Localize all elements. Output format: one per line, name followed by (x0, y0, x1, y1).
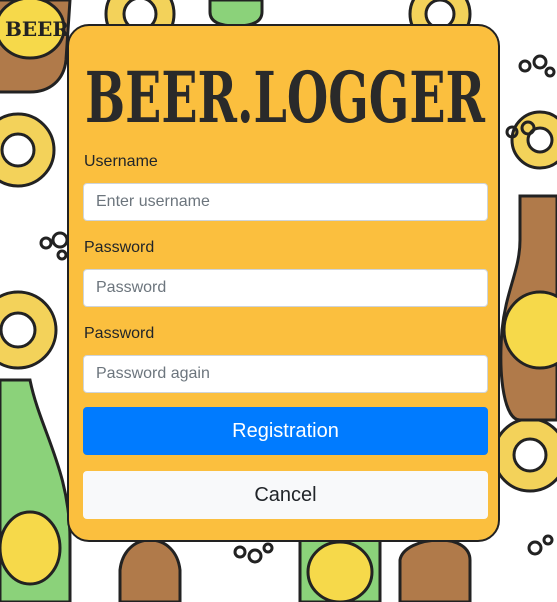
svg-text:BEER: BEER (5, 17, 69, 41)
password-label: Password (84, 239, 155, 256)
app-logo: BEER.LOGGER (85, 56, 486, 134)
registration-button[interactable]: Registration (83, 407, 488, 455)
beer-bottle-illustration (0, 0, 72, 94)
registration-panel: BEER.LOGGER Username Password Password R… (67, 24, 500, 542)
username-input[interactable] (83, 183, 488, 221)
password-input[interactable] (83, 269, 488, 307)
cancel-button[interactable]: Cancel (83, 471, 488, 519)
password-confirm-label: Password (84, 325, 155, 342)
password-confirm-input[interactable] (83, 355, 488, 393)
username-label: Username (84, 153, 158, 170)
logo-text: BEER.LOGGER (85, 56, 486, 134)
